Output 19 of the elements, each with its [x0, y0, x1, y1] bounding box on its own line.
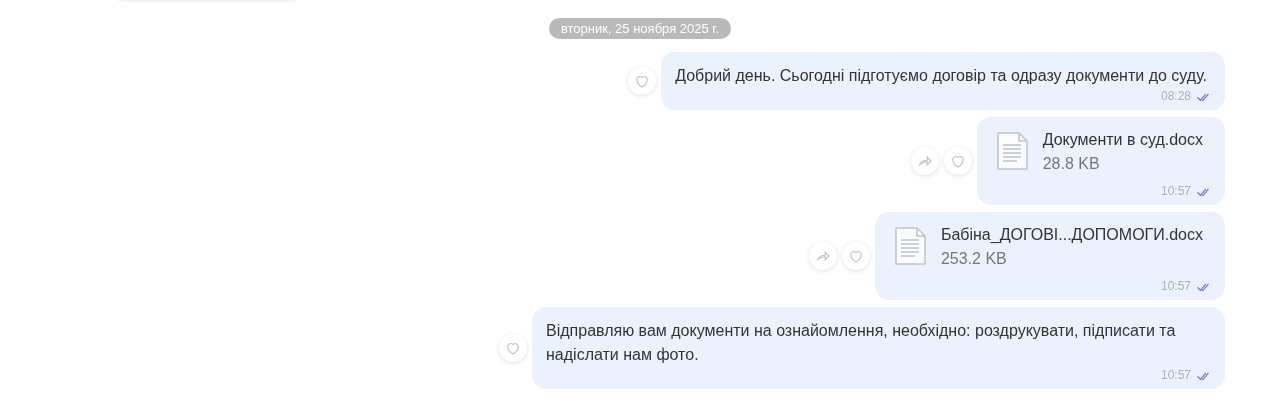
file-size: 28.8 KB	[1042, 154, 1101, 174]
message-text: Відправляю вам документи на ознайомлення, необхідно: роздрукувати, підписати та надіслати нам фото.	[546, 321, 1177, 365]
like-button[interactable]	[943, 147, 972, 175]
date-badge: вторник, 25 ноября 2025 г.	[548, 18, 732, 39]
share-button[interactable]	[910, 147, 939, 175]
like-button[interactable]	[841, 242, 870, 270]
like-button[interactable]	[628, 67, 657, 95]
share-button[interactable]	[808, 242, 837, 270]
message-time: 10:57	[1160, 367, 1191, 383]
message-time: 08:28	[1160, 88, 1191, 104]
file-name[interactable]: Документи в суд.docx	[1042, 129, 1203, 151]
file-size: 253.2 KB	[940, 249, 1008, 269]
like-button[interactable]	[499, 334, 527, 362]
message-time: 10:57	[1160, 278, 1191, 294]
file-name[interactable]: Бабіна_ДОГОВІ...ДОПОМОГИ.docx	[940, 224, 1203, 246]
message-time: 10:57	[1160, 183, 1191, 199]
message-text: Добрий день. Сьогодні підготуємо договір та одразу документи до суду.	[675, 66, 1208, 86]
document-icon	[994, 131, 1029, 171]
document-icon	[892, 226, 927, 266]
